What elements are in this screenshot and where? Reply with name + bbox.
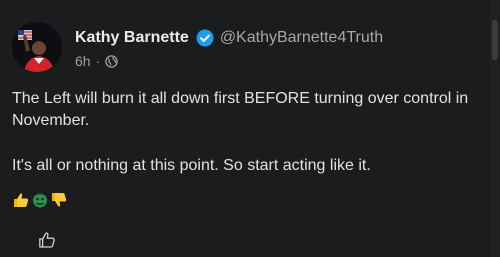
author-name[interactable]: Kathy Barnette bbox=[75, 29, 189, 47]
thumbs-down-emoji bbox=[52, 193, 67, 207]
avatar-photo bbox=[12, 22, 62, 72]
post-body: The Left will burn it all down first BEF… bbox=[12, 88, 492, 200]
meta-separator: · bbox=[95, 53, 101, 69]
post-paragraph: It's all or nothing at this point. So st… bbox=[12, 157, 371, 174]
thumbs-up-icon bbox=[39, 232, 55, 248]
scrollbar-thumb[interactable] bbox=[492, 20, 498, 60]
post-meta: 6h · bbox=[75, 53, 488, 69]
scrollbar[interactable] bbox=[490, 0, 500, 257]
face-emoji bbox=[33, 193, 47, 208]
emoji-row bbox=[12, 191, 68, 209]
avatar[interactable] bbox=[12, 22, 62, 72]
social-post: Kathy Barnette @KathyBarnette4Truth 6h ·… bbox=[0, 0, 500, 257]
author-row: Kathy Barnette @KathyBarnette4Truth bbox=[75, 29, 488, 47]
verified-badge-icon bbox=[196, 29, 214, 47]
post-paragraph: The Left will burn it all down first BEF… bbox=[12, 90, 469, 129]
author-handle[interactable]: @KathyBarnette4Truth bbox=[220, 29, 383, 47]
post-timestamp[interactable]: 6h bbox=[75, 53, 91, 69]
post-header: Kathy Barnette @KathyBarnette4Truth 6h · bbox=[75, 29, 488, 69]
like-button[interactable] bbox=[38, 231, 56, 249]
globe-icon bbox=[105, 54, 118, 68]
thumbs-up-emoji bbox=[14, 193, 29, 207]
